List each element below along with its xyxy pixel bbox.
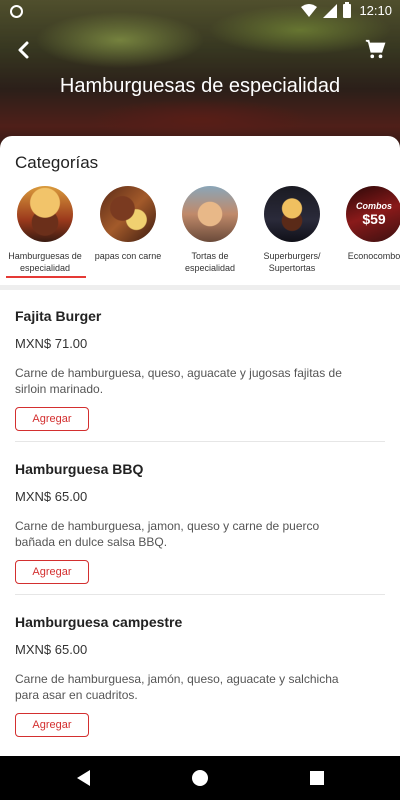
category-label: Tortas de especialidad: [184, 251, 236, 273]
back-arrow-icon[interactable]: [12, 38, 36, 62]
product-name: Hamburguesa BBQ: [15, 461, 144, 477]
section-divider: [0, 285, 400, 290]
product-name: Fajita Burger: [15, 308, 102, 324]
product-description: Carne de hamburguesa, jamón, queso, agua…: [15, 672, 339, 702]
status-bar: 12:10: [0, 0, 400, 24]
category-image-superburger: [264, 186, 320, 242]
product-description: Carne de hamburguesa, queso, aguacate y …: [15, 366, 342, 396]
selected-category-indicator: [6, 276, 86, 278]
category-item-econocombo[interactable]: Combos $59 Econocombo: [333, 186, 400, 262]
signal-icon: [323, 3, 338, 18]
category-image-burger: [17, 186, 73, 242]
econocombo-badge-line2: $59: [362, 211, 386, 227]
nav-home-icon[interactable]: [192, 770, 208, 786]
nav-recent-apps-icon[interactable]: [310, 771, 324, 785]
shopping-cart-icon[interactable]: [364, 38, 386, 60]
page-title: Hamburguesas de especialidad: [59, 75, 341, 97]
category-item-superburgers[interactable]: Superburgers/ Supertortas: [251, 186, 333, 274]
add-button[interactable]: Agregar: [15, 560, 89, 584]
product-item: Fajita Burger MXN$ 71.00 Carne de hambur…: [15, 308, 385, 431]
item-divider: [15, 594, 385, 595]
status-time: 12:10: [359, 3, 392, 18]
add-button[interactable]: Agregar: [15, 407, 89, 431]
system-navigation-bar: [0, 756, 400, 800]
add-button[interactable]: Agregar: [15, 713, 89, 737]
product-name: Hamburguesa campestre: [15, 614, 183, 630]
category-label: Superburgers/ Supertortas: [263, 251, 321, 273]
notification-icon: [10, 5, 23, 18]
content-sheet: Categorías Hamburguesas de especialidad …: [0, 136, 400, 756]
category-item-tortas[interactable]: Tortas de especialidad: [169, 186, 251, 274]
product-price: MXN$ 71.00: [15, 336, 88, 351]
category-image-torta: [182, 186, 238, 242]
category-item-papas[interactable]: papas con carne: [87, 186, 169, 262]
battery-icon: [343, 1, 352, 18]
product-price: MXN$ 65.00: [15, 489, 88, 504]
category-image-fries-meat: [100, 186, 156, 242]
category-carousel: Hamburguesas de especialidad papas con c…: [0, 186, 400, 281]
category-label: papas con carne: [94, 251, 162, 261]
econocombo-badge-line1: Combos: [356, 201, 392, 211]
categories-heading: Categorías: [15, 153, 99, 172]
category-item-hamburguesas[interactable]: Hamburguesas de especialidad: [4, 186, 86, 274]
category-label: Hamburguesas de especialidad: [8, 251, 82, 273]
nav-back-icon[interactable]: [77, 770, 90, 786]
category-image-econocombo: Combos $59: [346, 186, 400, 242]
item-divider: [15, 441, 385, 442]
wifi-icon: [301, 3, 318, 17]
product-price: MXN$ 65.00: [15, 642, 88, 657]
product-item: Hamburguesa campestre MXN$ 65.00 Carne d…: [15, 614, 385, 737]
category-label: Econocombo: [347, 251, 400, 261]
product-description: Carne de hamburguesa, jamon, queso y car…: [15, 519, 320, 549]
product-item: Hamburguesa BBQ MXN$ 65.00 Carne de hamb…: [15, 461, 385, 584]
